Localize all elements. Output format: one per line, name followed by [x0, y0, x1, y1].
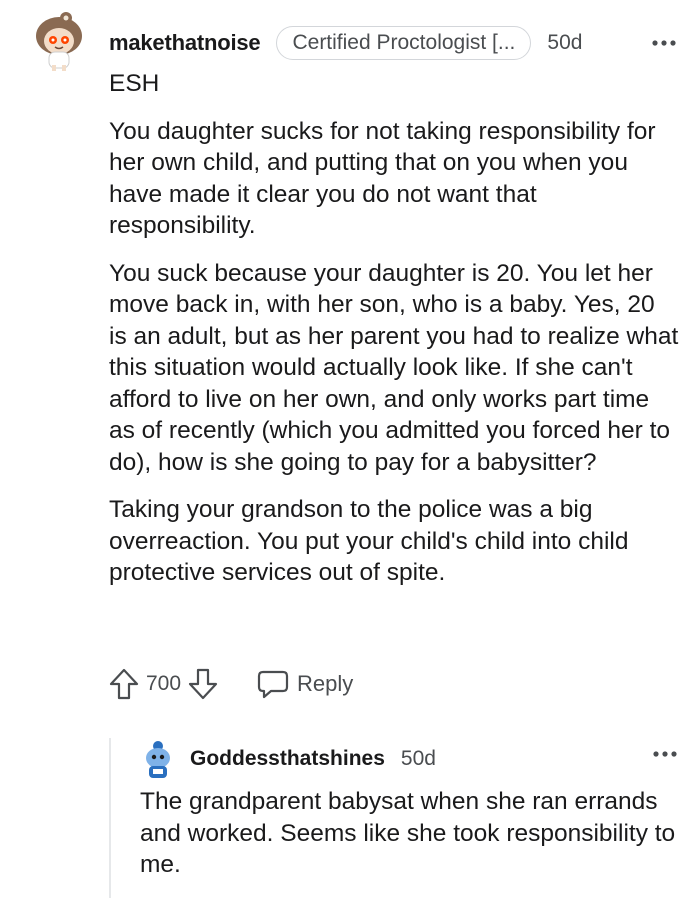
comment-paragraph: Taking your grandson to the police was a… [109, 496, 629, 586]
reply-label: Reply [297, 671, 354, 696]
more-options-icon[interactable] [649, 28, 679, 58]
reply-button[interactable]: Reply [257, 669, 353, 699]
comment-paragraph: ESH [109, 70, 160, 97]
upvote-arrow-icon[interactable] [108, 667, 140, 701]
reply-timestamp: 50d [400, 747, 436, 770]
more-options-icon[interactable] [650, 740, 680, 768]
comment-meta: makethatnoise Certified Proctologist [..… [109, 26, 679, 60]
reply-body: The grandparent babysat when she ran err… [140, 788, 676, 878]
timestamp: 50d [547, 31, 583, 54]
vote-score: 700 [146, 672, 182, 695]
reply-username[interactable]: Goddessthatshines [190, 747, 385, 771]
comment-body: ESH You daughter sucks for not taking re… [109, 68, 679, 605]
reply-avatar[interactable] [140, 738, 176, 780]
downvote-arrow-icon[interactable] [187, 667, 219, 701]
username[interactable]: makethatnoise [109, 30, 261, 56]
thread-line[interactable] [109, 738, 111, 898]
user-flair: Certified Proctologist [... [276, 26, 532, 60]
user-avatar[interactable] [30, 12, 88, 72]
comment-paragraph: You daughter sucks for not taking respon… [109, 117, 656, 240]
comment-paragraph: You suck because your daughter is 20. Yo… [109, 259, 679, 476]
comment-actions: 700 Reply [108, 666, 353, 702]
speech-bubble-icon [257, 670, 289, 699]
reply-meta: Goddessthatshines 50d [190, 744, 436, 774]
